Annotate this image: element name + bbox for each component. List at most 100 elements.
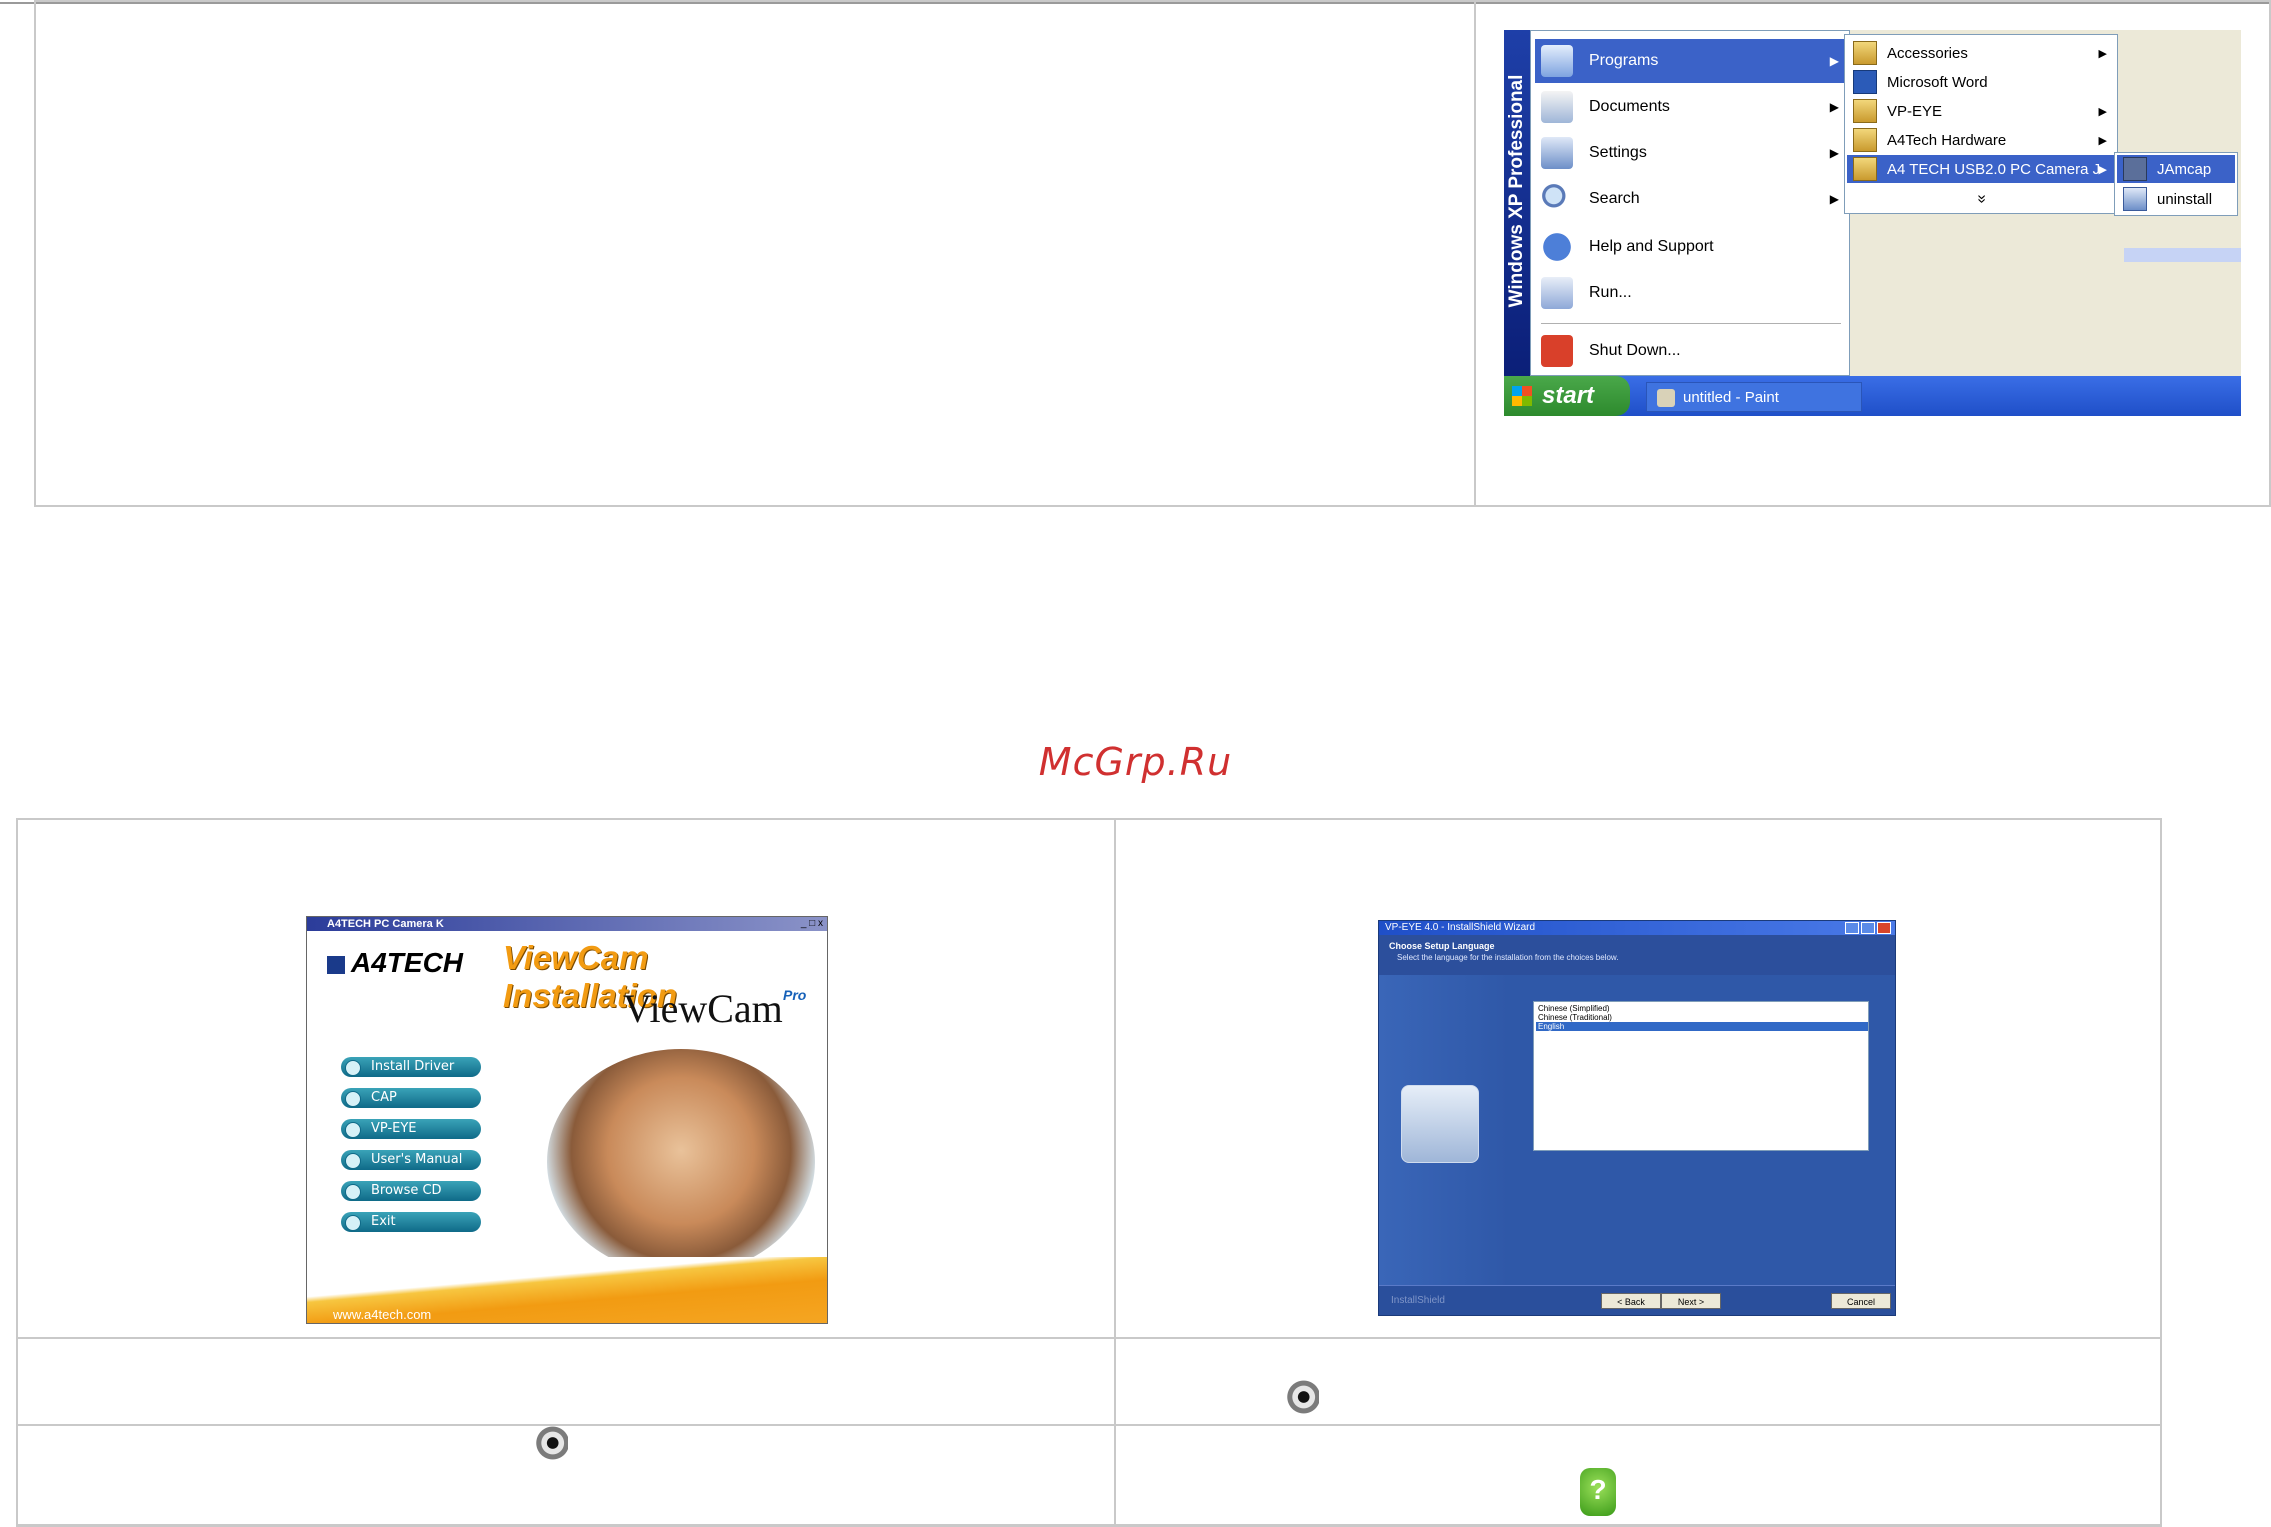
installer-title-bar: A4TECH PC Camera K [307, 917, 827, 931]
cap-button[interactable]: CAP [341, 1088, 481, 1108]
upper-table-divider [1474, 0, 1476, 507]
menu-item-documents[interactable]: Documents ▶ [1535, 85, 1847, 129]
viewcam-pro-badge: Pro [783, 987, 807, 1003]
exit-button[interactable]: Exit [341, 1212, 481, 1232]
language-option[interactable]: Chinese (Traditional) [1536, 1013, 1868, 1022]
start-menu-screenshot: Windows XP Professional Programs ▶ Docum… [1504, 30, 2241, 416]
vp-eye-icon [1285, 1380, 1319, 1414]
browse-cd-button[interactable]: Browse CD [341, 1181, 481, 1201]
next-button[interactable]: Next > [1661, 1293, 1721, 1309]
back-button[interactable]: < Back [1601, 1293, 1661, 1309]
menu-item-run[interactable]: Run... [1535, 271, 1847, 315]
folder-icon [1853, 99, 1877, 123]
submenu-item-jamcap[interactable]: JAmcap [2117, 155, 2235, 183]
language-option[interactable]: Chinese (Simplified) [1536, 1004, 1868, 1013]
menu-item-label: Run... [1589, 284, 1632, 301]
website-link[interactable]: www.a4tech.com [333, 1307, 431, 1322]
os-edition-banner: Windows XP Professional [1504, 30, 1530, 376]
installshield-wizard-screenshot: VP-EYE 4.0 - InstallShield Wizard Choose… [1378, 920, 1896, 1316]
submenu-item-label: Accessories [1887, 44, 1968, 62]
camera-submenu: JAmcap uninstall [2114, 152, 2238, 216]
submenu-arrow-icon: ▶ [1829, 146, 1839, 160]
settings-icon [1541, 137, 1573, 169]
a4tech-logo-mark-icon [327, 955, 345, 974]
vp-eye-button[interactable]: VP-EYE [341, 1119, 481, 1139]
installshield-brand: InstallShield [1391, 1295, 1445, 1306]
a4tech-logo-text: A4TECH [351, 947, 464, 978]
wizard-window-buttons [1837, 922, 1891, 934]
computer-illustration-icon [1401, 1085, 1479, 1163]
submenu-item-accessories[interactable]: Accessories ▶ [1847, 39, 2115, 67]
cancel-button[interactable]: Cancel [1831, 1293, 1891, 1309]
installer-title: A4TECH PC Camera K [327, 918, 444, 930]
watermark: McGrp.Ru [1038, 740, 1233, 784]
start-menu: Programs ▶ Documents ▶ Settings ▶ Search… [1530, 30, 1850, 376]
window-buttons[interactable]: _ □ x [783, 918, 823, 930]
menu-item-label: Documents [1589, 98, 1670, 115]
run-icon [1541, 277, 1573, 309]
smiling-people-photo [547, 1049, 815, 1275]
paint-window-strip [2124, 248, 2241, 262]
expand-menu-icon[interactable]: » [1847, 185, 2115, 213]
submenu-item-label: A4 TECH USB2.0 PC Camera J [1887, 160, 2101, 178]
shutdown-icon [1541, 335, 1573, 367]
a4tech-logo: A4TECH [327, 947, 463, 979]
taskbar-item-paint[interactable]: untitled - Paint [1646, 382, 1862, 412]
wizard-title-bar: VP-EYE 4.0 - InstallShield Wizard [1379, 921, 1895, 935]
submenu-arrow-icon: ▶ [2098, 105, 2107, 118]
menu-item-help[interactable]: Help and Support [1535, 225, 1847, 269]
search-icon [1541, 183, 1573, 215]
users-manual-button[interactable]: User's Manual [341, 1150, 481, 1170]
submenu-item-word[interactable]: Microsoft Word [1847, 68, 2115, 96]
submenu-arrow-icon: ▶ [1829, 192, 1839, 206]
windows-logo-icon [1512, 386, 1532, 406]
uninstall-icon [2123, 187, 2147, 211]
menu-item-label: Shut Down... [1589, 342, 1681, 359]
help-icon [1541, 231, 1573, 263]
install-driver-button[interactable]: Install Driver [341, 1057, 481, 1077]
submenu-arrow-icon: ▶ [1829, 100, 1839, 114]
taskbar-item-label: untitled - Paint [1683, 388, 1779, 406]
menu-item-programs[interactable]: Programs ▶ [1535, 39, 1847, 83]
submenu-item-pc-camera[interactable]: A4 TECH USB2.0 PC Camera J ▶ [1847, 155, 2115, 183]
menu-item-label: Programs [1589, 52, 1659, 69]
menu-item-shutdown[interactable]: Shut Down... [1535, 329, 1847, 373]
os-edition-label: Windows XP Professional [1506, 74, 1527, 308]
programs-folder-icon [1541, 45, 1573, 77]
menu-item-search[interactable]: Search ▶ [1535, 177, 1847, 221]
language-listbox[interactable]: Chinese (Simplified) Chinese (Traditiona… [1533, 1001, 1869, 1151]
wizard-heading: Choose Setup Language [1389, 941, 1495, 951]
close-icon[interactable] [1877, 922, 1891, 934]
menu-item-settings[interactable]: Settings ▶ [1535, 131, 1847, 175]
submenu-item-label: uninstall [2157, 190, 2213, 208]
paint-icon [1657, 389, 1675, 407]
help-question-icon: ? [1580, 1468, 1616, 1516]
documents-icon [1541, 91, 1573, 123]
lower-table-row-rule [16, 1337, 2162, 1339]
submenu-item-label: VP-EYE [1887, 102, 1943, 120]
submenu-item-label: A4Tech Hardware [1887, 131, 2007, 149]
start-label: start [1542, 382, 1595, 409]
submenu-item-uninstall[interactable]: uninstall [2117, 185, 2235, 213]
maximize-icon[interactable] [1861, 922, 1875, 934]
viewcam-brand: ViewCam [623, 986, 783, 1031]
submenu-arrow-icon: ▶ [2098, 163, 2107, 176]
submenu-arrow-icon: ▶ [1829, 54, 1839, 68]
minimize-icon[interactable] [1845, 922, 1859, 934]
start-button[interactable]: start [1504, 376, 1630, 416]
menu-item-label: Help and Support [1589, 238, 1714, 255]
submenu-item-label: JAmcap [2157, 160, 2212, 178]
expand-glyph: » [1973, 194, 1990, 204]
wizard-title: VP-EYE 4.0 - InstallShield Wizard [1385, 922, 1536, 933]
lower-table-row-rule [16, 1424, 2162, 1426]
word-icon [1853, 70, 1877, 94]
submenu-item-vp-eye[interactable]: VP-EYE ▶ [1847, 97, 2115, 125]
submenu-item-label: Microsoft Word [1887, 73, 1988, 91]
viewcam-installer-screenshot: A4TECH PC Camera K _ □ x A4TECH ViewCam … [306, 916, 828, 1324]
wizard-subheading: Select the language for the installation… [1397, 953, 1619, 962]
programs-submenu: Accessories ▶ Microsoft Word VP-EYE ▶ A4… [1844, 34, 2118, 214]
folder-icon [1853, 41, 1877, 65]
submenu-arrow-icon: ▶ [2098, 47, 2107, 60]
submenu-item-a4tech-hardware[interactable]: A4Tech Hardware ▶ [1847, 126, 2115, 154]
language-option-selected[interactable]: English [1536, 1022, 1868, 1031]
